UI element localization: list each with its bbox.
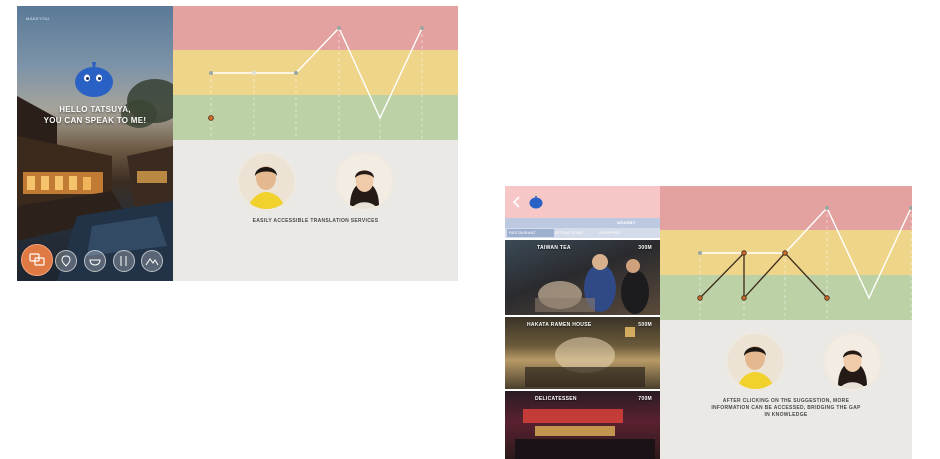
tablet-screen-suggestions: NEARBY RESTAURANT ATTRACTIONS SHOPPING T… [505,186,912,459]
suggestion-header [505,186,660,218]
tab-restaurant[interactable]: RESTAURANT [507,229,554,237]
mood-line-graph [208,26,424,140]
caption-line-1: AFTER CLICKING ON THE SUGGESTION, MORE [722,398,850,404]
category-tabs: RESTAURANT ATTRACTIONS SHOPPING [505,228,660,238]
list-item-restaurant[interactable]: TAIWAN TEA 300M [505,240,660,315]
bottom-nav [21,244,171,278]
mood-line-graph [697,206,912,320]
avatar-tatsuya [726,332,785,391]
avatar-guide [335,152,394,211]
greeting-line-1: HELLO TATSUYA, [59,105,131,114]
restaurant-distance: 300M [638,245,652,251]
caption-suggestion: AFTER CLICKING ON THE SUGGESTION, MORE I… [660,398,912,419]
location-pin-icon [61,255,71,267]
avatar-guide [823,332,882,391]
tab-attractions[interactable]: ATTRACTIONS [555,229,595,237]
filter-bar: NEARBY [505,218,660,228]
restaurant-name: TAIWAN TEA [537,245,571,251]
translate-nav-button[interactable] [21,244,53,276]
list-item-restaurant[interactable]: DELICATESSEN 700M [505,391,660,459]
restaurant-distance: 700M [638,396,652,402]
mascot-icon [75,62,113,97]
mountain-icon [145,258,159,266]
tab-shopping[interactable]: SHOPPING [599,229,639,237]
location-nav-button[interactable] [55,250,77,272]
mascot-icon [529,196,543,209]
caption-translation: EASILY ACCESSIBLE TRANSLATION SERVICES [252,218,379,224]
avatar-tatsuya [237,152,296,211]
fork-knife-icon [120,256,127,266]
filter-label[interactable]: NEARBY [617,220,636,225]
kyoto-canal-photo: MAKEYOU HELLO TATSUYA, YOU CAN SPEAK TO … [17,6,173,281]
restaurant-distance: 500M [638,322,652,328]
food-nav-button[interactable] [84,250,106,272]
food-bowl-icon [89,259,101,266]
attractions-nav-button[interactable] [141,250,163,272]
caption-line-2: INFORMATION CAN BE ACCESSED, BRIDGING TH… [711,405,861,411]
restaurant-name: DELICATESSEN [535,396,577,402]
caption-line-3: IN KNOWLEDGE [764,412,808,418]
restaurant-name: HAKATA RAMEN HOUSE [527,322,592,328]
translate-icon [29,253,45,266]
conversation-panel [173,140,458,281]
restaurant-nav-button[interactable] [113,250,135,272]
brand-label: MAKEYOU [26,16,50,21]
tablet-screen-home: MAKEYOU HELLO TATSUYA, YOU CAN SPEAK TO … [17,6,458,281]
list-item-restaurant[interactable]: HAKATA RAMEN HOUSE 500M [505,317,660,389]
back-arrow-icon[interactable] [513,196,521,208]
greeting-line-2: YOU CAN SPEAK TO ME! [43,116,147,125]
